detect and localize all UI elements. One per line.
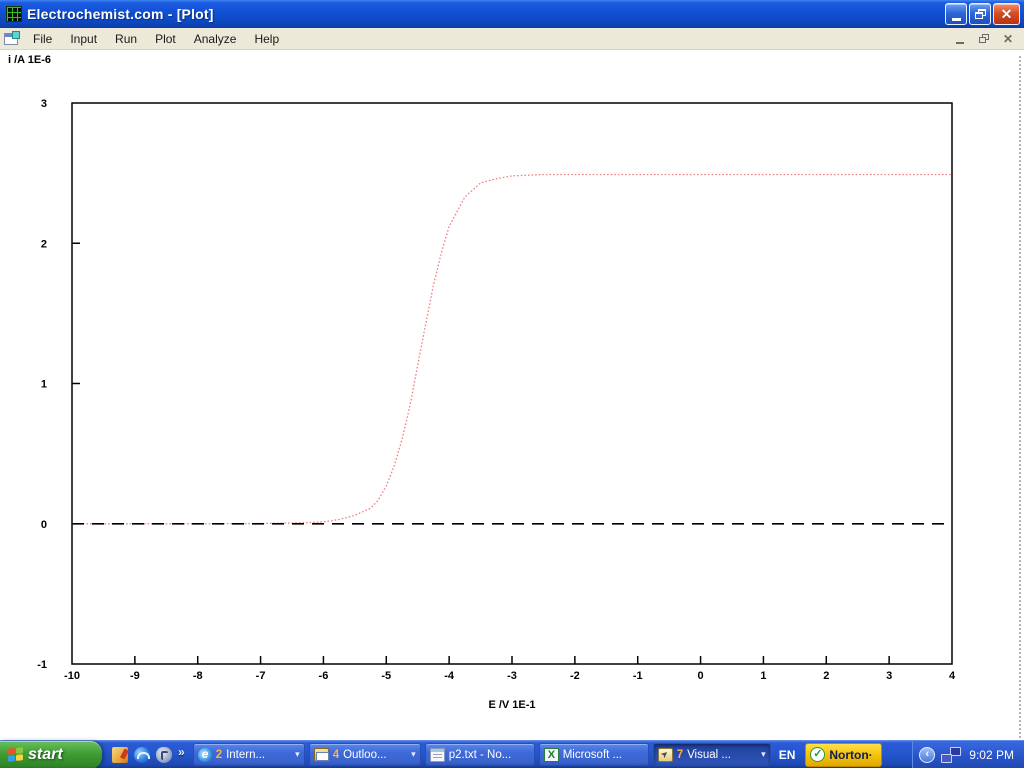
taskbar-button-internet-group[interactable]: 2 Intern... ▾ <box>193 743 305 766</box>
x-tick-label: -6 <box>319 670 329 682</box>
taskbar-button-visual-group[interactable]: 7 Visual ... ▾ <box>653 743 771 766</box>
menu-plot[interactable]: Plot <box>146 29 185 49</box>
quick-launch-bar: » <box>102 745 193 765</box>
internet-explorer-icon <box>198 748 212 762</box>
language-indicator[interactable]: EN <box>771 748 804 762</box>
browser-icon[interactable] <box>134 747 150 763</box>
restore-icon <box>975 9 986 19</box>
window-count-badge: 2 <box>216 749 222 761</box>
windows-flag-icon <box>8 747 23 762</box>
chevron-down-icon[interactable]: ▾ <box>761 749 766 760</box>
taskbar-button-label: Microsoft ... <box>563 749 622 761</box>
taskbar-clock: 9:02 PM <box>967 748 1014 762</box>
y-tick-label: 0 <box>41 519 47 531</box>
close-icon: ✕ <box>1001 7 1013 21</box>
start-button-label: start <box>28 746 63 764</box>
task-buttons: 2 Intern... ▾ 4 Outloo... ▾ p2.txt - No.… <box>193 743 771 766</box>
norton-label: Norton· <box>829 748 872 762</box>
taskbar-button-label: Intern... <box>226 749 265 761</box>
menu-analyze[interactable]: Analyze <box>185 29 246 49</box>
taskbar-button-excel[interactable]: Microsoft ... <box>539 743 649 766</box>
app-plot-icon <box>6 6 22 22</box>
mdi-window-controls: ✕ <box>952 32 1024 46</box>
mdi-restore-button[interactable] <box>976 32 992 46</box>
norton-badge[interactable]: ✓ Norton· <box>805 743 881 767</box>
mdi-restore-icon <box>979 34 989 43</box>
x-tick-label: -8 <box>193 670 203 682</box>
x-tick-label: -3 <box>507 670 517 682</box>
y-tick-label: -1 <box>37 659 47 671</box>
restore-button[interactable] <box>969 3 991 25</box>
mdi-close-button[interactable]: ✕ <box>1000 32 1016 46</box>
y-tick-label: 2 <box>41 238 47 250</box>
tray-collapse-chevron[interactable]: ‹ <box>919 747 935 763</box>
taskbar-button-label: p2.txt - No... <box>449 749 512 761</box>
x-tick-label: 3 <box>886 670 892 682</box>
x-tick-label: -5 <box>381 670 391 682</box>
taskbar-button-notepad[interactable]: p2.txt - No... <box>425 743 535 766</box>
x-tick-label: -10 <box>64 670 80 682</box>
window-titlebar: Electrochemist.com - [Plot] ✕ <box>0 0 1024 28</box>
x-tick-label: 0 <box>698 670 704 682</box>
taskbar-button-label: Outloo... <box>343 749 386 761</box>
window-title: Electrochemist.com - [Plot] <box>27 6 214 22</box>
x-tick-label: -4 <box>444 670 455 682</box>
mdi-child-icon[interactable] <box>4 33 18 45</box>
outlook-icon <box>314 748 329 762</box>
y-tick-label: 1 <box>41 379 47 391</box>
x-tick-label: -7 <box>256 670 266 682</box>
system-tray: ‹ 9:02 PM <box>912 741 1024 768</box>
chevron-down-icon[interactable]: ▾ <box>295 749 300 760</box>
window-count-badge: 4 <box>333 749 339 761</box>
window-count-badge: 7 <box>677 749 683 761</box>
notepad-icon <box>430 748 445 762</box>
norton-check-circle: ✓ <box>810 747 825 762</box>
menubar: File Input Run Plot Analyze Help ✕ <box>0 28 1024 50</box>
taskbar-button-outlook-group[interactable]: 4 Outloo... ▾ <box>309 743 421 766</box>
desktop-screen: Electrochemist.com - [Plot] ✕ File Input… <box>0 0 1024 768</box>
x-axis-title: E /V 1E-1 <box>488 699 535 711</box>
minimize-button[interactable] <box>945 3 967 25</box>
check-icon: ✓ <box>813 749 822 760</box>
y-tick-label: 3 <box>41 98 47 110</box>
voltammogram-curve <box>72 175 952 524</box>
window-controls: ✕ <box>945 3 1020 25</box>
x-tick-label: 1 <box>760 670 766 682</box>
window-resize-edge <box>1019 56 1021 738</box>
y-axis-title: i /A 1E-6 <box>8 54 51 66</box>
menu-file[interactable]: File <box>24 29 61 49</box>
mdi-close-icon: ✕ <box>1003 33 1013 45</box>
taskbar: start » 2 Intern... ▾ 4 Outloo... ▾ <box>0 740 1024 768</box>
x-tick-label: -1 <box>633 670 643 682</box>
media-player-icon[interactable] <box>156 747 172 763</box>
mdi-minimize-icon <box>956 42 964 44</box>
chevron-down-icon[interactable]: ▾ <box>411 749 416 760</box>
network-icon[interactable] <box>941 747 961 763</box>
plot-frame <box>72 103 952 664</box>
menu-input[interactable]: Input <box>61 29 106 49</box>
start-button[interactable]: start <box>0 741 102 768</box>
taskbar-button-label: Visual ... <box>687 749 731 761</box>
minimize-icon <box>952 18 961 21</box>
x-tick-label: -9 <box>130 670 140 682</box>
excel-icon <box>544 748 559 762</box>
mdi-minimize-button[interactable] <box>952 32 968 46</box>
x-tick-label: 4 <box>949 670 956 682</box>
quick-launch-overflow-chevron[interactable]: » <box>178 745 187 765</box>
menu-help[interactable]: Help <box>245 29 288 49</box>
show-desktop-icon[interactable] <box>112 747 128 763</box>
x-tick-label: 2 <box>823 670 829 682</box>
x-tick-label: -2 <box>570 670 580 682</box>
visual-basic-icon <box>658 748 673 762</box>
menu-run[interactable]: Run <box>106 29 146 49</box>
close-button[interactable]: ✕ <box>993 3 1020 25</box>
plot-canvas: -10-9-8-7-6-5-4-3-2-101234-10123i /A 1E-… <box>0 50 1024 740</box>
plot-client-area: -10-9-8-7-6-5-4-3-2-101234-10123i /A 1E-… <box>0 50 1024 740</box>
